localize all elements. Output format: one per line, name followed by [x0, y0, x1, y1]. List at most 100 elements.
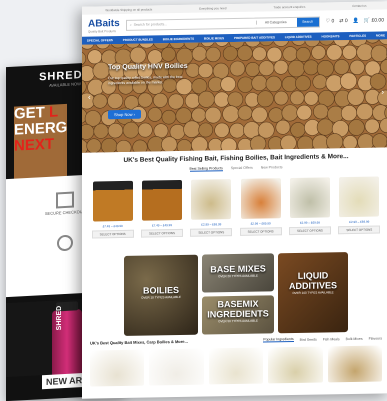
- nav-item[interactable]: SPECIAL OFFERS: [87, 38, 113, 42]
- brand-name: ABaits: [88, 18, 120, 30]
- tile-boilies[interactable]: BOILIES OVER 10 TYPES AVAILABLE: [124, 255, 198, 336]
- search-button[interactable]: Search: [297, 17, 319, 26]
- boilie: [342, 45, 356, 60]
- select-options-button[interactable]: SELECT OPTIONS: [190, 228, 232, 237]
- boilie: [365, 39, 380, 43]
- chevron-right-icon[interactable]: ›: [381, 87, 384, 96]
- product-card[interactable]: £2.99 – £69.99SELECT OPTIONS: [190, 179, 232, 237]
- compare-icon[interactable]: ⇄ 0: [339, 18, 347, 24]
- boilie: [237, 45, 252, 60]
- boilie: [288, 60, 305, 77]
- topbar-item: Everything you need: [199, 6, 226, 10]
- product-image[interactable]: [191, 179, 231, 220]
- tab-fish-meals[interactable]: Fish Meals: [323, 337, 340, 341]
- boilie: [250, 136, 266, 152]
- tab-special-offers[interactable]: Special Offers: [231, 166, 253, 171]
- cart-icon[interactable]: 🛒 £0.00: [364, 17, 384, 23]
- boilie: [214, 92, 229, 108]
- tab-popular-ingredients[interactable]: Popular Ingredients: [263, 337, 293, 343]
- nav-item[interactable]: LIQUID ADDITIVES: [285, 35, 312, 39]
- boilies-image: [82, 39, 387, 152]
- product-image[interactable]: [241, 178, 281, 219]
- nav-item[interactable]: PREPARED BAIT ADDITIVES: [234, 35, 275, 40]
- product-card[interactable]: £2.99 – £69.99SELECT OPTIONS: [289, 177, 331, 235]
- nav-item[interactable]: MORE: [376, 33, 385, 37]
- boilie: [313, 75, 327, 90]
- search-input[interactable]: Search for products...: [134, 22, 167, 27]
- boilie: [276, 120, 290, 135]
- tab-best-selling[interactable]: Best Selling Products: [190, 166, 223, 172]
- card-icon: [56, 192, 74, 209]
- boilie: [274, 60, 288, 74]
- select-options-button[interactable]: SELECT OPTIONS: [289, 226, 331, 235]
- boilie: [123, 122, 139, 138]
- product-image[interactable]: [93, 181, 133, 222]
- tile-base-mixes[interactable]: BASE MIXES OVER 20 TYPES AVAILABLE: [202, 253, 274, 292]
- topbar-item[interactable]: Contact us: [352, 4, 366, 8]
- select-options-button[interactable]: SELECT OPTIONS: [92, 230, 134, 239]
- tile-liquid-additives[interactable]: LIQUID ADDITIVES OVER 100 TYPES AVAILABL…: [278, 252, 348, 333]
- chevron-left-icon[interactable]: ‹: [88, 93, 91, 102]
- topbar-item[interactable]: Trade account enquiries: [273, 5, 305, 10]
- boilie: [87, 139, 101, 153]
- site-logo[interactable]: ABaits Quality Bait Products: [88, 18, 120, 34]
- select-options-button[interactable]: SELECT OPTIONS: [141, 229, 183, 238]
- boilie: [267, 47, 282, 62]
- product-price: £7.49 – £49.99: [141, 223, 183, 228]
- boilie: [252, 107, 268, 123]
- boilie: [273, 39, 289, 46]
- nav-item[interactable]: PRODUCT BUNDLES: [123, 37, 153, 42]
- tile-title: BASE MIXES: [202, 263, 274, 274]
- nav-item[interactable]: BOILIE INGREDIENTS: [163, 37, 194, 42]
- boilie: [94, 124, 109, 139]
- header-icons: ♡ 0 ⇄ 0 👤 🛒 £0.00: [326, 17, 384, 24]
- boilie: [341, 105, 357, 121]
- shop-now-button[interactable]: Shop Now ›: [108, 110, 141, 120]
- category-select[interactable]: All Categories: [256, 20, 295, 25]
- product-image[interactable]: [142, 180, 182, 221]
- boilie: [252, 75, 267, 91]
- boilie: [108, 123, 123, 138]
- boilie: [327, 44, 343, 60]
- ingredient-image[interactable]: [149, 349, 203, 386]
- boilie: [358, 134, 374, 151]
- boilie: [350, 60, 365, 75]
- ingredient-image[interactable]: [209, 348, 263, 385]
- product-image[interactable]: [290, 177, 330, 218]
- boilie: [283, 46, 298, 61]
- account-icon[interactable]: 👤: [353, 18, 359, 24]
- select-options-button[interactable]: SELECT OPTIONS: [338, 225, 380, 234]
- nav-item[interactable]: BOILIE MIXES: [204, 36, 224, 40]
- ingredients-row: [90, 345, 382, 386]
- product-card[interactable]: £2.99 – £69.99SELECT OPTIONS: [240, 178, 282, 236]
- boilie: [223, 46, 237, 61]
- product-price: £2.99 – £69.99: [240, 221, 282, 226]
- wishlist-icon[interactable]: ♡ 0: [326, 18, 335, 24]
- product-carousel: £7.49 – £49.99SELECT OPTIONS£7.49 – £49.…: [88, 176, 384, 238]
- tab-new-products[interactable]: New Products: [261, 165, 283, 170]
- boilie: [304, 60, 319, 75]
- boilie: [291, 122, 306, 137]
- product-card[interactable]: £7.49 – £49.99SELECT OPTIONS: [141, 180, 183, 238]
- tab-bulk-mixes[interactable]: Bulk Mixes: [346, 336, 363, 340]
- nav-item[interactable]: HOOKBAITS: [322, 34, 340, 38]
- hero-banner[interactable]: ‹ › Top Quality HNV Boilies Our top qual…: [82, 39, 387, 152]
- ingredient-image[interactable]: [328, 345, 382, 382]
- tile-basemix-ingredients[interactable]: BASEMIX INGREDIENTS OVER 50 TYPES AVAILA…: [202, 295, 274, 334]
- boilie: [223, 106, 240, 123]
- ingredient-image[interactable]: [90, 350, 144, 387]
- ingredient-image[interactable]: [268, 346, 322, 383]
- nav-item[interactable]: PARTICLES: [349, 34, 366, 38]
- select-options-button[interactable]: SELECT OPTIONS: [240, 227, 282, 236]
- product-price: £2.99 – £69.99: [190, 222, 232, 227]
- section2-heading: UK's Best Quality Bait Mixes, Carp Boili…: [90, 339, 188, 346]
- product-card[interactable]: £2.99 – £69.99SELECT OPTIONS: [338, 176, 380, 234]
- product-price: £2.99 – £69.99: [289, 220, 331, 225]
- tab-flavours[interactable]: Flavours: [369, 336, 382, 340]
- product-image[interactable]: [339, 176, 379, 217]
- tab-bird-seeds[interactable]: Bird Seeds: [300, 337, 317, 341]
- product-card[interactable]: £7.49 – £49.99SELECT OPTIONS: [92, 181, 134, 239]
- boilie: [107, 93, 122, 109]
- boilie: [230, 61, 245, 76]
- boilie: [348, 119, 364, 135]
